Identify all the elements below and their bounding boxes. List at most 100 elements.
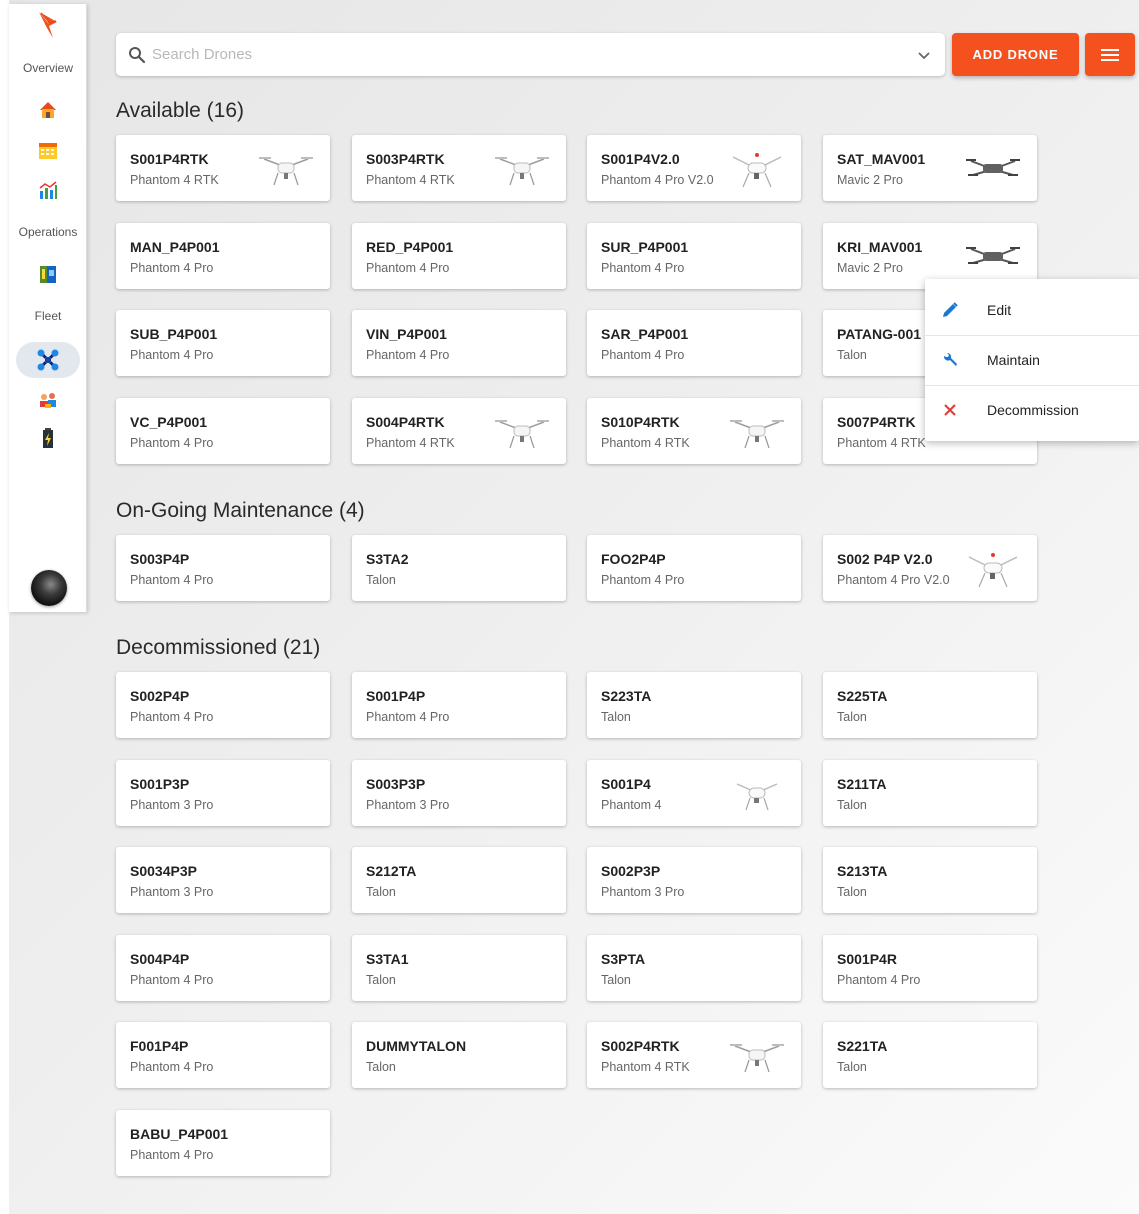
drone-card[interactable]: SUB_P4P001 Phantom 4 Pro [116,310,330,376]
pilots-icon[interactable] [35,388,61,412]
drone-image [494,412,550,452]
drone-card[interactable]: BABU_P4P001 Phantom 4 Pro [116,1110,330,1176]
drone-card[interactable]: DUMMYTALON Talon [352,1022,566,1088]
menu-button[interactable] [1085,33,1135,76]
add-drone-button[interactable]: ADD DRONE [952,33,1079,76]
drone-card[interactable]: S212TA Talon [352,847,566,913]
maintenance-section-title: On-Going Maintenance (4) [116,499,365,522]
drone-model: Talon [366,973,396,987]
drone-card[interactable]: SAR_P4P001 Phantom 4 Pro [587,310,801,376]
drone-model: Phantom 4 RTK [601,1060,690,1074]
drone-model: Talon [601,973,631,987]
menu-item-label: Maintain [987,352,1040,368]
drone-card[interactable]: F001P4P Phantom 4 Pro [116,1022,330,1088]
drone-name: S3PTA [601,951,646,967]
drone-name: S002P4P [130,688,190,704]
drone-name: S0034P3P [130,863,197,879]
drone-card[interactable]: S002 P4P V2.0 Phantom 4 Pro V2.0 [823,535,1037,601]
drone-name: S001P3P [130,776,190,792]
menu-item-maintain[interactable]: Maintain [925,335,1139,385]
drone-card[interactable]: S225TA Talon [823,672,1037,738]
analytics-icon[interactable] [35,178,61,202]
search-input[interactable] [152,39,915,70]
drone-model: Phantom 3 Pro [130,798,214,812]
drone-model: Phantom 4 Pro [601,261,685,275]
drone-name: S225TA [837,688,888,704]
drone-fleet-nav-active[interactable] [16,342,80,378]
drone-model: Talon [366,1060,396,1074]
search-bar[interactable] [116,33,945,76]
drone-model: Phantom 4 Pro [130,710,214,724]
drone-card[interactable]: S3TA1 Talon [352,935,566,1001]
drone-card[interactable]: FOO2P4P Phantom 4 Pro [587,535,801,601]
drone-name: S003P3P [366,776,426,792]
drone-card[interactable]: S002P4RTK Phantom 4 RTK [587,1022,801,1088]
home-icon[interactable] [35,98,61,122]
drone-card[interactable]: S211TA Talon [823,760,1037,826]
drone-name: SAT_MAV001 [837,151,926,167]
drone-card[interactable]: VIN_P4P001 Phantom 4 Pro [352,310,566,376]
drone-model: Phantom 4 Pro [130,261,214,275]
drone-card[interactable]: S001P4R Phantom 4 Pro [823,935,1037,1001]
drone-card[interactable]: SAT_MAV001 Mavic 2 Pro [823,135,1037,201]
sidebar: Overview Operations Fleet [9,4,87,612]
drone-model: Talon [837,885,867,899]
drone-card[interactable]: S3PTA Talon [587,935,801,1001]
drone-model: Phantom 4 Pro [366,710,450,724]
drone-model: Talon [601,710,631,724]
menu-item-edit[interactable]: Edit [925,285,1139,335]
drone-card[interactable]: S004P4P Phantom 4 Pro [116,935,330,1001]
drone-card[interactable]: S001P4V2.0 Phantom 4 Pro V2.0 [587,135,801,201]
drone-card[interactable]: SUR_P4P001 Phantom 4 Pro [587,223,801,289]
drone-name: F001P4P [130,1038,189,1054]
drone-name: RED_P4P001 [366,239,454,255]
drone-card[interactable]: S002P3P Phantom 3 Pro [587,847,801,913]
drone-card[interactable]: S001P3P Phantom 3 Pro [116,760,330,826]
menu-item-decommission[interactable]: Decommission [925,385,1139,435]
drone-card[interactable]: S002P4P Phantom 4 Pro [116,672,330,738]
drone-card[interactable]: MAN_P4P001 Phantom 4 Pro [116,223,330,289]
drone-name: S001P4P [366,688,426,704]
drone-model: Phantom 4 RTK [130,173,219,187]
drone-model: Phantom 4 RTK [601,436,690,450]
drone-card[interactable]: S221TA Talon [823,1022,1037,1088]
drone-name: KRI_MAV001 [837,239,923,255]
chevron-down-icon[interactable] [915,46,933,64]
drone-image [258,149,314,189]
drone-card[interactable]: S3TA2 Talon [352,535,566,601]
drone-model: Phantom 4 Pro [130,973,214,987]
drone-name: S003P4RTK [366,151,445,167]
user-avatar[interactable] [31,570,67,606]
drone-card[interactable]: S001P4RTK Phantom 4 RTK [116,135,330,201]
drone-model: Phantom 4 Pro [837,973,921,987]
drone-card[interactable]: RED_P4P001 Phantom 4 Pro [352,223,566,289]
drone-card[interactable]: S003P3P Phantom 3 Pro [352,760,566,826]
logbook-icon[interactable] [35,262,61,286]
calendar-icon[interactable] [35,138,61,162]
wrench-icon [943,352,957,366]
battery-icon[interactable] [35,426,61,450]
drone-name: S002P3P [601,863,661,879]
drone-card[interactable]: S0034P3P Phantom 3 Pro [116,847,330,913]
drone-name: S010P4RTK [601,414,680,430]
drone-card[interactable]: S010P4RTK Phantom 4 RTK [587,398,801,464]
drone-model: Phantom 3 Pro [601,885,685,899]
drone-card[interactable]: S001P4 Phantom 4 [587,760,801,826]
drone-card[interactable]: S001P4P Phantom 4 Pro [352,672,566,738]
decommissioned-section-title: Decommissioned (21) [116,636,321,659]
drone-model: Phantom 4 [601,798,662,812]
drone-model: Phantom 4 Pro V2.0 [601,173,714,187]
drone-model: Talon [837,1060,867,1074]
drone-name: S212TA [366,863,417,879]
drone-card[interactable]: VC_P4P001 Phantom 4 Pro [116,398,330,464]
drone-card[interactable]: S213TA Talon [823,847,1037,913]
drone-icon [37,349,59,371]
app-logo[interactable] [37,10,61,40]
drone-name: DUMMYTALON [366,1038,467,1054]
drone-card[interactable]: S003P4RTK Phantom 4 RTK [352,135,566,201]
drone-card[interactable]: S004P4RTK Phantom 4 RTK [352,398,566,464]
drone-card[interactable]: S003P4P Phantom 4 Pro [116,535,330,601]
drone-card[interactable]: S223TA Talon [587,672,801,738]
drone-name: S001P4RTK [130,151,209,167]
drone-model: Phantom 4 Pro [130,1148,214,1162]
